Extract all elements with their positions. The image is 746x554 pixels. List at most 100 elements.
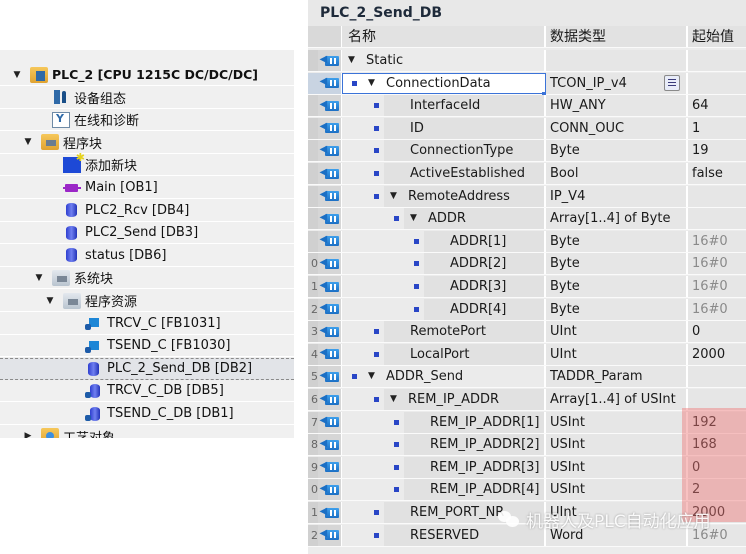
type-cell[interactable]: HW_ANY xyxy=(546,95,688,117)
db-row[interactable]: ID CONN_OUC 1 xyxy=(308,117,746,140)
start-value-cell[interactable]: 2 xyxy=(688,479,746,501)
name-cell[interactable]: ▼ RemoteAddress xyxy=(342,185,546,207)
start-value-cell[interactable] xyxy=(688,366,746,388)
name-cell[interactable]: ConnectionType xyxy=(342,140,546,162)
db-row[interactable]: 6 ▼ REM_IP_ADDR Array[1..4] of USInt xyxy=(308,389,746,411)
start-value-cell[interactable]: 2000 xyxy=(688,343,746,365)
start-value-cell[interactable]: 16#0 xyxy=(688,230,746,252)
type-cell[interactable]: USInt xyxy=(546,411,688,433)
name-cell[interactable]: ▼ ADDR_Send xyxy=(342,366,546,388)
collapse-arrow-icon[interactable]: ▼ xyxy=(34,273,44,283)
tree-item[interactable]: ▶ 工艺对象 xyxy=(0,425,294,438)
type-cell[interactable]: UInt xyxy=(546,321,688,343)
start-value-cell[interactable] xyxy=(688,50,746,71)
name-cell[interactable]: ActiveEstablished xyxy=(342,163,546,184)
start-value-cell[interactable]: 1 xyxy=(688,117,746,139)
tree-item[interactable]: TSEND_C [FB1030] xyxy=(0,335,294,358)
column-header-name[interactable]: 名称 xyxy=(342,26,546,47)
name-cell[interactable]: ▼ ADDR xyxy=(342,208,546,230)
name-cell[interactable]: LocalPort xyxy=(342,343,546,365)
tree-item[interactable]: TRCV_C [FB1031] xyxy=(0,312,294,335)
db-row[interactable]: ActiveEstablished Bool false xyxy=(308,163,746,185)
tree-item[interactable]: PLC2_Rcv [DB4] xyxy=(0,199,294,222)
collapse-arrow-icon[interactable]: ▼ xyxy=(348,50,355,71)
tree-item[interactable]: 设备组态 xyxy=(0,86,294,109)
db-row[interactable]: 0 REM_IP_ADDR[4] USInt 2 xyxy=(308,479,746,502)
collapse-arrow-icon[interactable]: ▼ xyxy=(45,296,55,306)
start-value-cell[interactable]: 192 xyxy=(688,411,746,433)
start-value-cell[interactable] xyxy=(688,185,746,207)
type-cell[interactable]: Array[1..4] of Byte xyxy=(546,208,688,230)
tree-item[interactable]: ▼ 程序资源 xyxy=(0,290,294,312)
type-cell[interactable]: IP_V4 xyxy=(546,185,688,207)
struct-details-button[interactable] xyxy=(664,74,680,91)
db-row[interactable]: ConnectionType Byte 19 xyxy=(308,140,746,163)
tree-item[interactable]: ▼ PLC_2 [CPU 1215C DC/DC/DC] xyxy=(0,64,294,86)
collapse-arrow-icon[interactable]: ▼ xyxy=(368,73,375,94)
type-cell[interactable]: TADDR_Param xyxy=(546,366,688,388)
collapse-arrow-icon[interactable]: ▼ xyxy=(23,137,33,147)
name-cell[interactable]: ADDR[2] xyxy=(342,253,546,275)
collapse-arrow-icon[interactable]: ▼ xyxy=(368,366,375,387)
tree-item[interactable]: PLC2_Send [DB3] xyxy=(0,222,294,245)
db-row[interactable]: 2 ADDR[4] Byte 16#0 xyxy=(308,298,746,321)
name-cell[interactable]: REM_IP_ADDR[3] xyxy=(342,456,546,478)
db-row[interactable]: ▼ RemoteAddress IP_V4 xyxy=(308,185,746,208)
tree-item[interactable]: Main [OB1] xyxy=(0,177,294,199)
type-cell[interactable]: CONN_OUC xyxy=(546,117,688,139)
type-cell[interactable]: Byte xyxy=(546,140,688,162)
tree-item[interactable]: TRCV_C_DB [DB5] xyxy=(0,380,294,403)
name-cell[interactable]: InterfaceId xyxy=(342,95,546,117)
start-value-cell[interactable]: 64 xyxy=(688,95,746,117)
db-row[interactable]: 7 REM_IP_ADDR[1] USInt 192 xyxy=(308,411,746,434)
start-value-cell[interactable]: 16#0 xyxy=(688,298,746,320)
db-row[interactable]: 8 REM_IP_ADDR[2] USInt 168 xyxy=(308,434,746,457)
name-cell[interactable]: ▼ ConnectionData xyxy=(342,72,546,96)
tree-item[interactable]: PLC_2_Send_DB [DB2] xyxy=(0,357,294,380)
type-cell[interactable]: Byte xyxy=(546,276,688,297)
tree-item[interactable]: TSEND_C_DB [DB1] xyxy=(0,403,294,425)
collapse-arrow-icon[interactable]: ▼ xyxy=(12,70,22,80)
db-row[interactable]: 0 ADDR[2] Byte 16#0 xyxy=(308,253,746,276)
db-row[interactable]: 3 RemotePort UInt 0 xyxy=(308,321,746,344)
tree-item[interactable]: status [DB6] xyxy=(0,244,294,267)
db-row[interactable]: ADDR[1] Byte 16#0 xyxy=(308,230,746,253)
name-cell[interactable]: ▼ Static xyxy=(342,50,546,71)
start-value-cell[interactable]: 0 xyxy=(688,456,746,478)
tree-item[interactable]: ▼ 程序块 xyxy=(0,131,294,154)
start-value-cell[interactable]: 16#0 xyxy=(688,276,746,297)
start-value-cell[interactable]: 16#0 xyxy=(688,253,746,275)
db-row[interactable]: 5 ▼ ADDR_Send TADDR_Param xyxy=(308,366,746,389)
name-cell[interactable]: ▼ REM_IP_ADDR xyxy=(342,389,546,410)
type-cell[interactable]: USInt xyxy=(546,456,688,478)
db-row[interactable]: ▼ Static xyxy=(308,50,746,72)
start-value-cell[interactable]: false xyxy=(688,163,746,184)
db-row[interactable]: 9 REM_IP_ADDR[3] USInt 0 xyxy=(308,456,746,479)
name-cell[interactable]: ADDR[3] xyxy=(342,276,546,297)
name-cell[interactable]: ADDR[4] xyxy=(342,298,546,320)
name-cell[interactable]: ADDR[1] xyxy=(342,230,546,252)
type-cell[interactable]: Array[1..4] of USInt xyxy=(546,389,688,410)
db-row[interactable]: 1 ADDR[3] Byte 16#0 xyxy=(308,276,746,298)
tree-item[interactable]: 添加新块 xyxy=(0,151,294,177)
name-cell[interactable]: ID xyxy=(342,117,546,139)
start-value-cell[interactable] xyxy=(688,72,746,94)
tree-item[interactable]: 在线和诊断 xyxy=(0,109,294,132)
tree-item[interactable]: ▼ 系统块 xyxy=(0,267,294,290)
start-value-cell[interactable] xyxy=(688,389,746,410)
type-cell[interactable]: TCON_IP_v4 xyxy=(546,72,688,94)
name-cell[interactable]: RemotePort xyxy=(342,321,546,343)
type-cell[interactable]: Byte xyxy=(546,230,688,252)
expand-arrow-icon[interactable]: ▶ xyxy=(23,431,33,438)
start-value-cell[interactable] xyxy=(688,208,746,230)
name-cell[interactable]: REM_IP_ADDR[1] xyxy=(342,411,546,433)
column-header-type[interactable]: 数据类型 xyxy=(546,26,688,47)
collapse-arrow-icon[interactable]: ▼ xyxy=(410,208,417,229)
start-value-cell[interactable]: 0 xyxy=(688,321,746,343)
db-row[interactable]: 4 LocalPort UInt 2000 xyxy=(308,343,746,366)
start-value-cell[interactable]: 168 xyxy=(688,434,746,456)
collapse-arrow-icon[interactable]: ▼ xyxy=(390,389,397,410)
type-cell[interactable]: Bool xyxy=(546,163,688,184)
db-row[interactable]: InterfaceId HW_ANY 64 xyxy=(308,95,746,118)
name-cell[interactable]: REM_IP_ADDR[2] xyxy=(342,434,546,456)
